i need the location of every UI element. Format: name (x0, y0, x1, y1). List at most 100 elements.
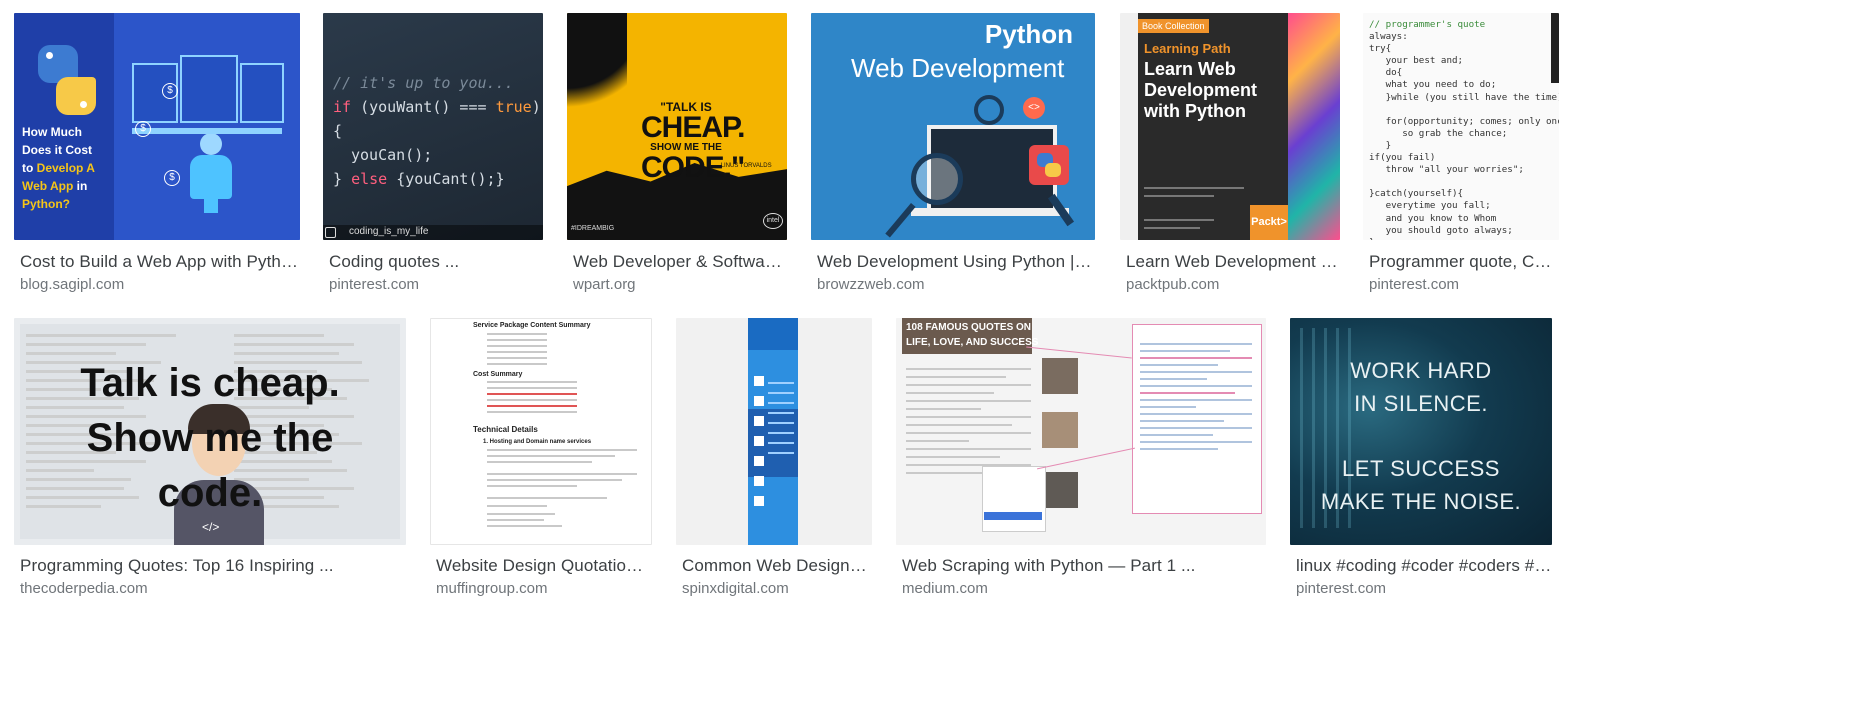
result-source: muffingroup.com (436, 580, 548, 597)
code-block: // programmer's quote always: try{ your be… (1369, 19, 1559, 240)
result-image-9[interactable] (676, 318, 872, 545)
doc-heading: Service Package Content Summary (473, 322, 591, 329)
result-title[interactable]: Programming Quotes: Top 16 Inspiring ... (20, 556, 406, 576)
result-title[interactable]: Cost to Build a Web App with Python ... (20, 252, 300, 272)
python-logo-icon (32, 45, 102, 115)
code-line: // programmer's quote (1369, 19, 1486, 30)
code-line: do{ (1369, 67, 1403, 79)
badge: Book Collection (1138, 19, 1209, 33)
image-text: in (73, 179, 88, 193)
image-text: Develop A (36, 161, 95, 175)
instagram-icon (325, 227, 336, 238)
result-image-4[interactable]: Python Web Development <> (811, 13, 1095, 240)
result-card-4[interactable]: Python Web Development <> Web Developmen… (811, 13, 1095, 298)
result-card-7[interactable]: Talk is cheap. Show me the code. </> Pro… (14, 318, 406, 601)
code-text: {youCant();} (387, 170, 505, 188)
result-title[interactable]: Web Developer & Software P... (573, 252, 787, 272)
code-line: you should goto always; (1369, 224, 1513, 236)
brand-text: #IDREAMBIG (571, 225, 615, 232)
code-text: (youWant() === (351, 98, 496, 116)
result-card-2[interactable]: // it's up to you... if (youWant() === t… (323, 13, 543, 298)
code-line: } (1369, 237, 1559, 240)
result-source: browzzweb.com (817, 276, 925, 293)
result-title[interactable]: Programmer quote, Codi... (1369, 252, 1559, 272)
result-source: wpart.org (573, 276, 636, 293)
code-line: everytime you fall; (1369, 200, 1491, 212)
result-image-5[interactable]: Book Collection Learning Path Learn Web … (1120, 13, 1340, 240)
result-image-6[interactable]: // programmer's quote always: try{ your be… (1363, 13, 1559, 240)
quote-text: Talk is cheap. (80, 361, 340, 405)
result-card-3[interactable]: "TALK IS CHEAP. SHOW ME THE CODE." - LIN… (567, 13, 787, 298)
code-badge-icon: <> (1023, 97, 1045, 119)
intel-logo-icon: intel (763, 213, 783, 229)
result-title[interactable]: Web Scraping with Python — Part 1 ... (902, 556, 1266, 576)
code-line: your best and; (1369, 55, 1464, 67)
result-image-7[interactable]: Talk is cheap. Show me the code. </> (14, 318, 406, 545)
result-title[interactable]: Common Web Design La... (682, 556, 868, 576)
book-title: Learn Web (1144, 59, 1236, 79)
code-text: } (333, 170, 352, 188)
python-logo-icon (1029, 145, 1069, 185)
result-title[interactable]: Web Development Using Python | BRO... (817, 252, 1095, 272)
result-card-6[interactable]: // programmer's quote always: try{ your be… (1363, 13, 1563, 298)
banner-text: 108 FAMOUS QUOTES ON (906, 322, 1032, 333)
result-source: spinxdigital.com (682, 580, 789, 597)
quote-text: WORK HARD (1350, 358, 1492, 383)
result-card-11[interactable]: WORK HARD IN SILENCE. LET SUCCESS MAKE T… (1290, 318, 1552, 601)
image-text: Python? (22, 197, 70, 211)
result-title[interactable]: Learn Web Development wit... (1126, 252, 1340, 272)
result-card-1[interactable]: How Much Does it Cost to Develop A Web A… (14, 13, 300, 298)
result-card-10[interactable]: 108 FAMOUS QUOTES ON LIFE, LOVE, AND SUC… (896, 318, 1266, 601)
result-image-8[interactable]: Service Package Content Summary Cost Sum… (430, 318, 652, 545)
quote-text: CHEAP. (641, 111, 745, 144)
dollar-icon: $ (135, 121, 151, 137)
doc-heading: Technical Details (473, 425, 538, 434)
code-line: always: (1369, 31, 1408, 43)
quote-text: MAKE THE NOISE. (1320, 489, 1522, 514)
code-line: so grab the chance; (1369, 127, 1508, 139)
result-image-10[interactable]: 108 FAMOUS QUOTES ON LIFE, LOVE, AND SUC… (896, 318, 1266, 545)
result-title[interactable]: Website Design Quotation T... (436, 556, 646, 576)
packt-logo: Packt> (1250, 205, 1288, 240)
result-title[interactable]: linux #coding #coder #coders #ph... (1296, 556, 1552, 576)
code-text: youCan(); (351, 146, 433, 164)
person-illustration (186, 133, 234, 213)
code-line: for(opportunity; comes; only once){ (1369, 115, 1559, 127)
image-heading: Python (984, 19, 1073, 49)
result-card-5[interactable]: Book Collection Learning Path Learn Web … (1120, 13, 1340, 298)
code-comment: // it's up to you... (333, 74, 514, 92)
brand-text: intel (766, 217, 780, 224)
magnifier-icon (911, 153, 963, 205)
image-text: Does it Cost (22, 143, 93, 157)
image-heading: Web Development (851, 53, 1065, 83)
quote-text: code. (157, 471, 263, 515)
monitor-illustration (132, 55, 284, 127)
gear-icon (974, 95, 1004, 125)
image-text: Web App (22, 179, 74, 193)
result-image-2[interactable]: // it's up to you... if (youWant() === t… (323, 13, 543, 240)
quote-author: - LINUS TORVALDS (717, 163, 772, 169)
quote-text: Show me the (86, 416, 334, 460)
result-title[interactable]: Coding quotes ... (329, 252, 543, 272)
result-card-8[interactable]: Service Package Content Summary Cost Sum… (430, 318, 652, 601)
code-keyword: if (333, 98, 352, 116)
code-line: what you need to do; (1369, 79, 1497, 91)
code-line: }catch(yourself){ (1369, 188, 1464, 200)
quote-text: IN SILENCE. (1354, 391, 1488, 416)
result-card-9[interactable]: Common Web Design La... spinxdigital.com (676, 318, 872, 601)
result-image-11[interactable]: WORK HARD IN SILENCE. LET SUCCESS MAKE T… (1290, 318, 1552, 545)
result-source: pinterest.com (329, 276, 420, 293)
result-image-1[interactable]: How Much Does it Cost to Develop A Web A… (14, 13, 300, 240)
code-keyword: else (351, 170, 388, 188)
result-source: pinterest.com (1369, 276, 1460, 293)
result-source: blog.sagipl.com (20, 276, 125, 293)
book-title: Development (1144, 80, 1258, 100)
result-image-3[interactable]: "TALK IS CHEAP. SHOW ME THE CODE." - LIN… (567, 13, 787, 240)
result-source: packtpub.com (1126, 276, 1220, 293)
code-keyword: true (495, 98, 532, 116)
code-line: } (1369, 139, 1392, 151)
book-subtitle: Learning Path (1144, 41, 1231, 56)
dollar-icon: $ (162, 83, 178, 99)
code-tag: </> (202, 520, 220, 534)
